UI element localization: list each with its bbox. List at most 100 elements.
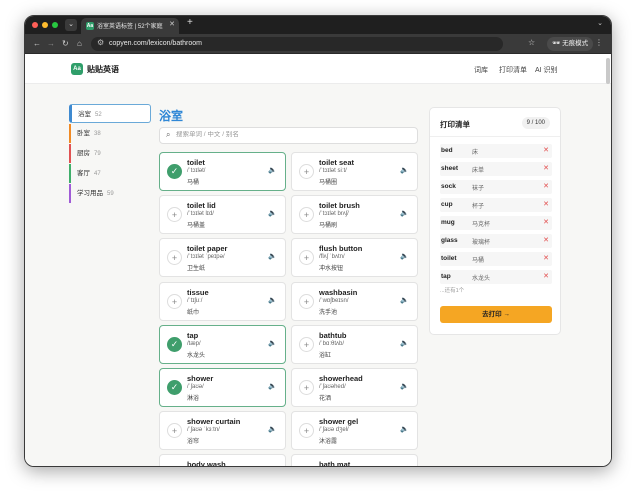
forward-icon[interactable]: → <box>47 38 55 50</box>
new-tab-icon[interactable]: + <box>187 17 193 28</box>
speaker-icon[interactable]: 🔈 <box>268 382 277 390</box>
sidebar-item-1[interactable]: 卧室 38 <box>69 124 151 143</box>
speaker-icon[interactable]: 🔈 <box>400 252 409 260</box>
minimize-window-button[interactable] <box>42 22 48 28</box>
check-icon[interactable]: ✓ <box>167 336 182 352</box>
word-card[interactable]: + flush button/flʌʃ ˈbʌtn/冲水按钮 🔈 <box>291 238 418 278</box>
remove-icon[interactable]: ✕ <box>543 182 549 190</box>
chevron-down-icon[interactable]: ⌄ <box>597 19 603 27</box>
word-card[interactable]: + shower gel/ˈʃaʊə dʒel/沐浴露 🔈 <box>291 411 418 451</box>
speaker-icon[interactable]: 🔈 <box>268 252 277 260</box>
chinese-text: 花洒 <box>319 396 332 402</box>
speaker-icon[interactable]: 🔈 <box>400 339 409 347</box>
speaker-icon[interactable]: 🔈 <box>268 339 277 347</box>
search-box[interactable]: ⌕ <box>159 127 418 144</box>
add-icon[interactable]: + <box>299 336 314 352</box>
tab-search-icon[interactable]: ⌄ <box>65 19 77 31</box>
add-icon[interactable]: + <box>167 250 182 266</box>
speaker-icon[interactable]: 🔈 <box>400 425 409 433</box>
speaker-icon[interactable]: 🔈 <box>268 166 277 174</box>
speaker-icon[interactable]: 🔈 <box>400 382 409 390</box>
word-card[interactable]: + bathtub/ˈbɑːθtʌb/浴缸 🔈 <box>291 324 418 364</box>
word-card[interactable]: + shower curtain/ˈʃaʊə ˈkɜːtn/浴帘 🔈 <box>159 411 286 451</box>
word-card[interactable]: +bath mat/bɑːθ mæt/浴室防滑垫🔈 <box>291 454 418 467</box>
page-scrollbar[interactable] <box>606 58 610 84</box>
search-input[interactable] <box>176 131 406 138</box>
menu-icon[interactable]: ⋮ <box>595 38 603 47</box>
nav-lexicon[interactable]: 词库 <box>474 65 488 75</box>
add-icon[interactable]: + <box>299 423 314 439</box>
phonetic-text: /ˈtɔɪlət siːt/ <box>319 168 347 174</box>
bookmark-star-icon[interactable]: ☆ <box>528 38 535 47</box>
remove-icon[interactable]: ✕ <box>543 254 549 262</box>
print-item-chinese: 床 <box>472 150 479 156</box>
word-card[interactable]: + toilet seat/ˈtɔɪlət siːt/马桶圈 🔈 <box>291 152 418 191</box>
speaker-icon[interactable]: 🔈 <box>268 425 277 433</box>
check-icon[interactable]: ✓ <box>167 164 182 179</box>
word-card[interactable]: + toilet lid/ˈtɔɪlət lɪd/马桶盖 🔈 <box>159 195 286 235</box>
word-card[interactable]: + washbasin/ˈwɒʃbeɪsn/洗手池 🔈 <box>291 281 418 321</box>
phonetic-text: /ˈtɔɪlət brʌʃ/ <box>319 211 349 218</box>
word-card[interactable]: ✓ toilet/ˈtɔɪlət/马桶 🔈 <box>159 152 286 191</box>
word-text: toilet <box>187 158 205 167</box>
word-text: shower <box>187 374 214 383</box>
reload-icon[interactable]: ↻ <box>62 38 69 50</box>
back-icon[interactable]: ← <box>33 38 41 50</box>
word-card[interactable]: + toilet paper/ˈtɔɪlət ˈpeɪpə/卫生纸 🔈 <box>159 238 286 278</box>
sidebar-item-4[interactable]: 学习用品 59 <box>69 184 151 203</box>
word-card[interactable]: + showerhead/ˈʃaʊəhed/花洒 🔈 <box>291 368 418 407</box>
add-icon[interactable]: + <box>167 293 182 309</box>
word-card[interactable]: ✓ shower/ˈʃaʊə/淋浴 🔈 <box>159 368 286 407</box>
add-icon[interactable]: + <box>299 207 314 223</box>
remove-icon[interactable]: ✕ <box>543 272 549 280</box>
print-item-word: mug <box>441 219 455 226</box>
check-icon[interactable]: ✓ <box>167 380 182 395</box>
browser-window: ⌄ Aa 浴室英语标签 | 52个家庭英语标... ✕ + ⌄ ← → ↻ ⌂ … <box>24 15 612 467</box>
incognito-badge[interactable]: 🕶 无痕模式 <box>547 37 594 51</box>
print-item-word: sock <box>441 183 456 190</box>
add-icon[interactable]: + <box>167 423 182 439</box>
browser-tab[interactable]: Aa 浴室英语标签 | 52个家庭英语标... ✕ <box>81 18 179 34</box>
speaker-icon[interactable]: 🔈 <box>400 296 409 304</box>
add-icon[interactable]: + <box>167 466 182 467</box>
url-field[interactable]: ⚙ copyen.com/lexicon/bathroom <box>91 37 503 51</box>
nav-ai-recognize[interactable]: AI 识别 <box>535 65 558 75</box>
sidebar-item-0[interactable]: 浴室 52 <box>69 104 151 123</box>
add-icon[interactable]: + <box>299 466 314 467</box>
remove-icon[interactable]: ✕ <box>543 146 549 154</box>
site-info-icon[interactable]: ⚙ <box>97 38 104 47</box>
logo-icon[interactable]: Aa <box>71 63 83 75</box>
add-icon[interactable]: + <box>299 380 314 395</box>
nav-print-list[interactable]: 打印清单 <box>499 65 527 75</box>
sidebar-item-label: 学习用品 <box>77 190 103 197</box>
speaker-icon[interactable]: 🔈 <box>268 209 277 217</box>
sidebar-item-label: 客厅 <box>77 170 90 177</box>
brand-name[interactable]: 贴贴英语 <box>87 64 119 75</box>
sidebar-item-2[interactable]: 厨房 79 <box>69 144 151 163</box>
remove-icon[interactable]: ✕ <box>543 164 549 172</box>
speaker-icon[interactable]: 🔈 <box>400 166 409 174</box>
print-item-word: bed <box>441 147 453 154</box>
word-card[interactable]: + toilet brush/ˈtɔɪlət brʌʃ/马桶刷 🔈 <box>291 195 418 235</box>
speaker-icon[interactable]: 🔈 <box>400 209 409 217</box>
add-icon[interactable]: + <box>167 207 182 223</box>
home-icon[interactable]: ⌂ <box>77 38 82 50</box>
close-tab-icon[interactable]: ✕ <box>169 20 175 28</box>
maximize-window-button[interactable] <box>52 22 58 28</box>
print-list-item: sock 袜子 ✕ <box>440 180 552 194</box>
print-button[interactable]: 去打印 → <box>440 306 552 323</box>
speaker-icon[interactable]: 🔈 <box>268 296 277 304</box>
word-card[interactable]: +body wash/ˈbɒdi wɒʃ/沐浴液🔈 <box>159 454 286 467</box>
word-card[interactable]: + tissue/ˈtɪʃuː/纸巾 🔈 <box>159 281 286 321</box>
remove-icon[interactable]: ✕ <box>543 218 549 226</box>
remove-icon[interactable]: ✕ <box>543 236 549 244</box>
close-window-button[interactable] <box>32 22 38 28</box>
add-icon[interactable]: + <box>299 293 314 309</box>
add-icon[interactable]: + <box>299 164 314 179</box>
add-icon[interactable]: + <box>299 250 314 266</box>
sidebar-item-3[interactable]: 客厅 47 <box>69 164 151 183</box>
print-list-panel: 打印清单 9 / 100 bed 床 ✕ sheet 床单 ✕ sock 袜子 ✕ cup 杯子 ✕ m… <box>429 107 561 335</box>
remove-icon[interactable]: ✕ <box>543 200 549 208</box>
word-card[interactable]: ✓ tap/tæp/水龙头 🔈 <box>159 324 286 364</box>
word-text: tap <box>187 330 199 340</box>
